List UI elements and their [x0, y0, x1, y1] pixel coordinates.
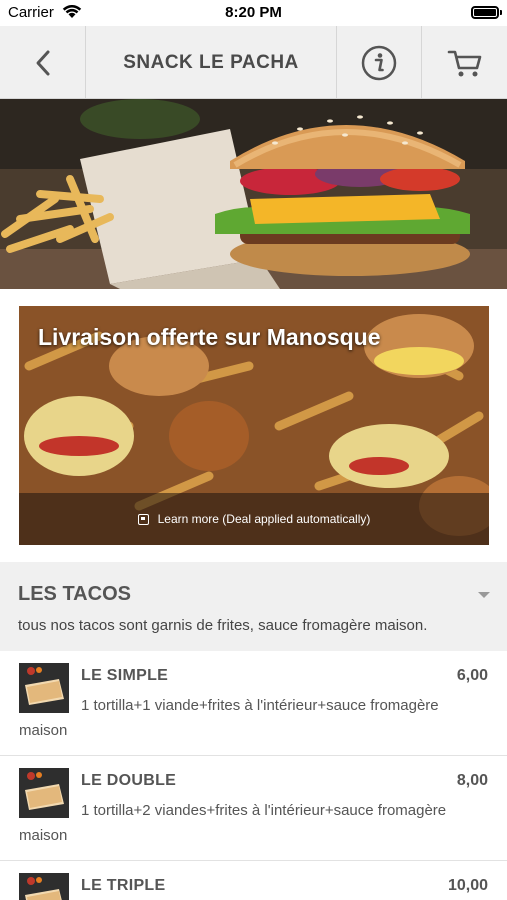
promo-footer: Learn more (Deal applied automatically) — [19, 493, 489, 545]
title-cell: SNACK LE PACHA — [86, 26, 337, 99]
item-price: 6,00 — [456, 667, 488, 684]
item-description: 1 tortilla+1 viande+frites à l'intérieur… — [19, 697, 439, 739]
item-name: LE SIMPLE — [81, 667, 169, 684]
back-button[interactable] — [0, 26, 86, 99]
category-title: LES TACOS — [18, 583, 131, 605]
battery-icon — [471, 6, 502, 19]
burger-photo — [0, 99, 507, 289]
chevron-left-icon — [36, 50, 49, 75]
item-name: LE TRIPLE — [81, 877, 166, 894]
status-bar: Carrier 8:20 PM — [0, 0, 507, 26]
cart-button[interactable] — [422, 26, 507, 99]
page-title: SNACK LE PACHA — [123, 51, 299, 73]
hero-image — [0, 99, 507, 289]
cart-icon — [447, 50, 481, 76]
learn-more-label: Learn more (Deal applied automatically) — [157, 512, 371, 526]
info-icon — [361, 45, 397, 80]
learn-more-link[interactable]: Learn more (Deal applied automatically) — [137, 512, 371, 526]
menu-item[interactable]: LE DOUBLE 8,00 1 tortilla+2 viandes+frit… — [0, 756, 507, 861]
item-description: 1 tortilla+2 viandes+frites à l'intérieu… — [19, 802, 447, 844]
chevron-down-icon — [478, 592, 490, 598]
item-price: 8,00 — [456, 772, 488, 789]
deal-icon — [137, 513, 149, 525]
promo-title: Livraison offerte sur Manosque — [38, 324, 381, 350]
item-thumbnail — [19, 873, 69, 900]
info-button[interactable] — [337, 26, 422, 99]
item-name: LE DOUBLE — [81, 772, 177, 789]
clock: 8:20 PM — [225, 4, 282, 21]
item-price: 10,00 — [447, 877, 488, 894]
menu-item[interactable]: LE SIMPLE 6,00 1 tortilla+1 viande+frite… — [0, 651, 507, 756]
app-header: SNACK LE PACHA — [0, 26, 507, 99]
category-description: tous nos tacos sont garnis de frites, sa… — [18, 617, 428, 634]
menu-item[interactable]: LE TRIPLE 10,00 — [0, 861, 507, 900]
promo-banner[interactable]: Livraison offerte sur Manosque Learn mor… — [19, 306, 489, 545]
tacos-image — [19, 873, 69, 900]
category-header[interactable]: LES TACOS tous nos tacos sont garnis de … — [0, 562, 507, 651]
